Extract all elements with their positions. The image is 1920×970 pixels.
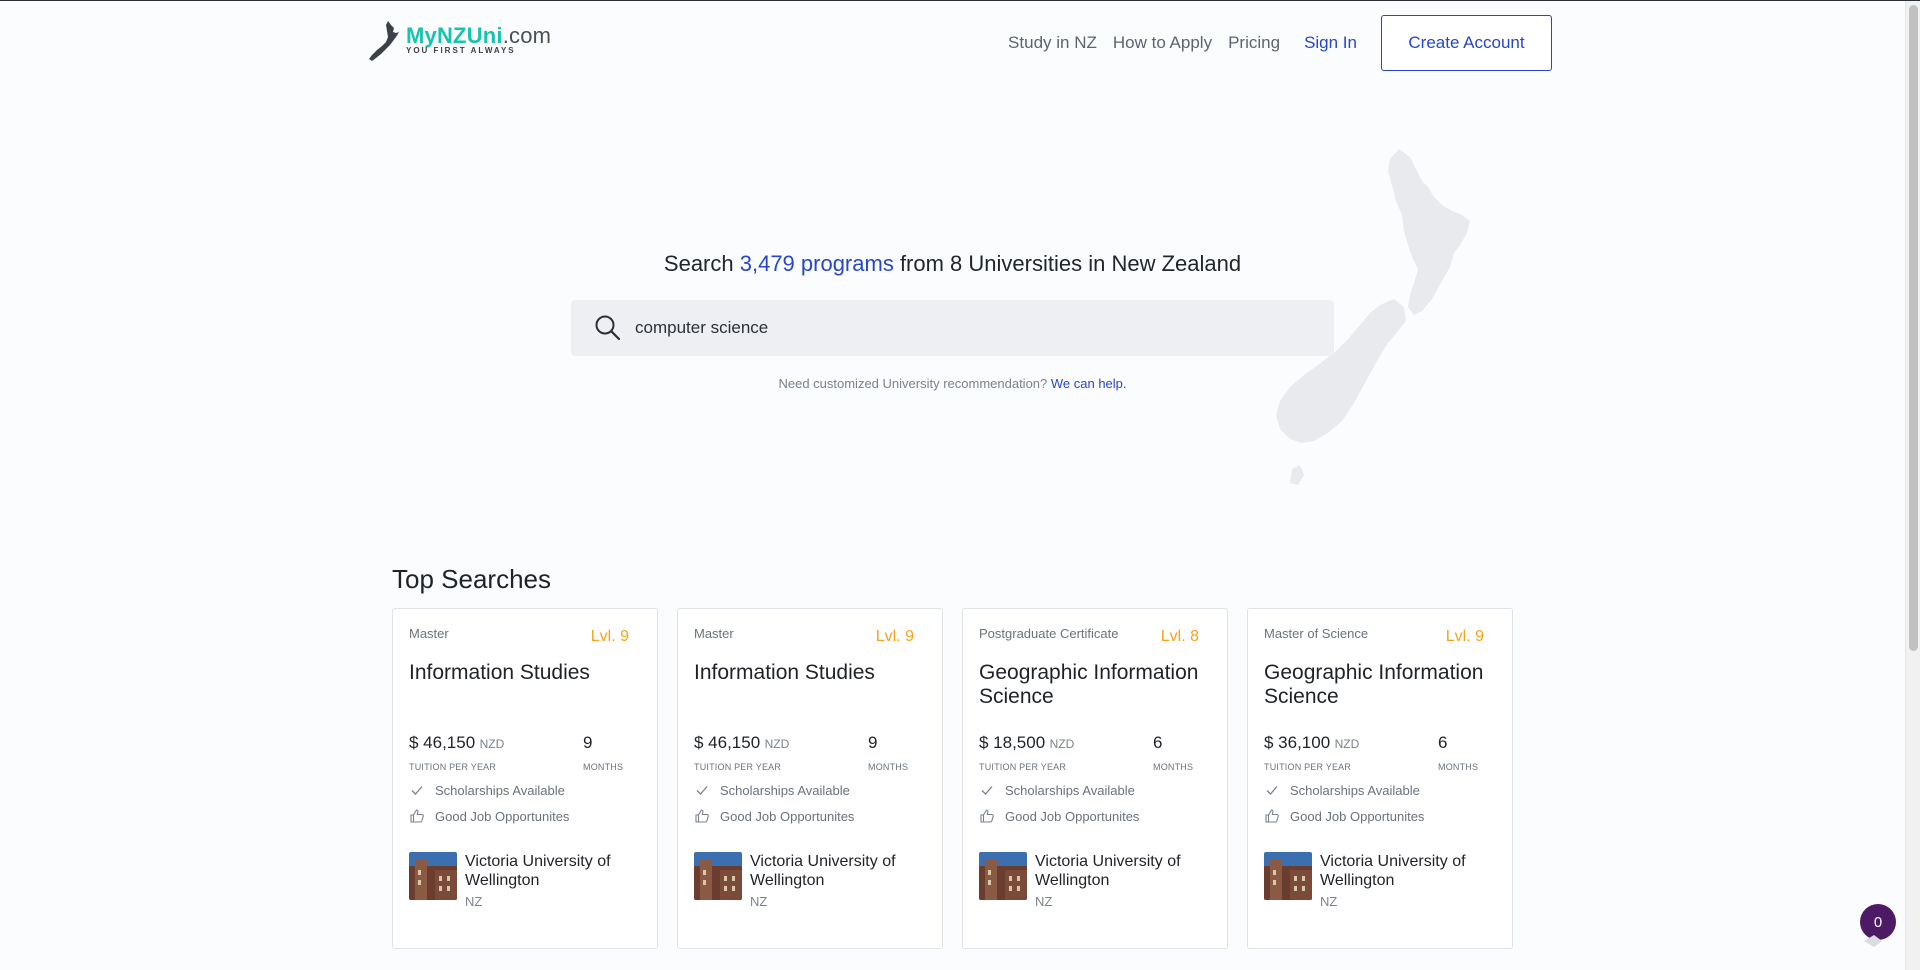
logo-brand: MyNZUni: [406, 23, 503, 48]
university-block[interactable]: Victoria University of Wellington NZ: [694, 852, 926, 909]
search-input[interactable]: [635, 318, 1315, 338]
feature-label: Good Job Opportunites: [435, 808, 570, 824]
feature-label: Good Job Opportunites: [720, 808, 855, 824]
search-icon[interactable]: [593, 313, 623, 343]
help-link[interactable]: We can help.: [1051, 376, 1127, 391]
program-title[interactable]: Information Studies: [409, 661, 641, 723]
site-logo[interactable]: MyNZUni.com YOU FIRST ALWAYS: [366, 19, 551, 63]
duration-label: MONTHS: [1153, 762, 1194, 772]
logo-domain: .com: [502, 23, 552, 48]
feature-label: Good Job Opportunites: [1290, 808, 1425, 824]
duration-label: MONTHS: [1438, 762, 1479, 772]
university-country: NZ: [1320, 894, 1338, 909]
main-nav: Study in NZ How to Apply Pricing Sign In…: [992, 15, 1552, 71]
tuition-currency: NZD: [764, 737, 790, 751]
check-icon: [1266, 786, 1278, 795]
program-card[interactable]: Master Lvl. 9 Information Studies $ 46,1…: [677, 608, 943, 949]
duration-value: 6: [1438, 733, 1448, 752]
feature-label: Scholarships Available: [435, 782, 565, 798]
hero-title: Search 3,479 programs from 8 Universitie…: [0, 251, 1905, 277]
program-card[interactable]: Postgraduate Certificate Lvl. 8 Geograph…: [962, 608, 1228, 949]
tuition-label: TUITION PER YEAR: [694, 762, 782, 772]
university-photo: [1264, 852, 1312, 900]
thumbs-up-icon: [410, 809, 424, 823]
site-header: MyNZUni.com YOU FIRST ALWAYS Study in NZ…: [0, 1, 1920, 85]
tuition-label: TUITION PER YEAR: [409, 762, 497, 772]
tuition-value: $ 36,100: [1264, 733, 1331, 752]
thumbs-up-icon: [695, 809, 709, 823]
university-name[interactable]: Victoria University of Wellington: [1320, 852, 1496, 890]
university-block[interactable]: Victoria University of Wellington NZ: [1264, 852, 1496, 909]
feature-label: Scholarships Available: [1005, 782, 1135, 798]
feature-label: Good Job Opportunites: [1005, 808, 1140, 824]
university-photo: [694, 852, 742, 900]
duration-label: MONTHS: [583, 762, 624, 772]
tuition-currency: NZD: [1049, 737, 1075, 751]
university-photo: [979, 852, 1027, 900]
program-card[interactable]: Master Lvl. 9 Information Studies $ 46,1…: [392, 608, 658, 949]
university-block[interactable]: Victoria University of Wellington NZ: [409, 852, 641, 909]
program-card[interactable]: Master of Science Lvl. 9 Geographic Info…: [1247, 608, 1513, 949]
tuition-label: TUITION PER YEAR: [979, 762, 1067, 772]
hero-title-prefix: Search: [663, 251, 740, 276]
check-icon: [696, 786, 708, 795]
university-block[interactable]: Victoria University of Wellington NZ: [979, 852, 1211, 909]
program-title[interactable]: Information Studies: [694, 661, 926, 723]
thumbs-up-icon: [980, 809, 994, 823]
hero-title-suffix: from 8 Universities in New Zealand: [893, 251, 1242, 276]
tuition-currency: NZD: [1334, 737, 1360, 751]
tuition-label: TUITION PER YEAR: [1264, 762, 1352, 772]
nav-pricing[interactable]: Pricing: [1228, 16, 1280, 70]
feature-label: Scholarships Available: [1290, 782, 1420, 798]
program-title[interactable]: Geographic Information Science: [979, 661, 1211, 723]
program-level: Lvl. 9: [875, 628, 914, 645]
feature-jobs: Good Job Opportunites: [409, 808, 641, 824]
program-title[interactable]: Geographic Information Science: [1264, 661, 1496, 723]
tuition-value: $ 46,150: [694, 733, 761, 752]
university-country: NZ: [465, 894, 483, 909]
feature-label: Scholarships Available: [720, 782, 850, 798]
feature-scholarships: Scholarships Available: [409, 782, 641, 798]
top-searches-title: Top Searches: [392, 564, 551, 594]
university-name[interactable]: Victoria University of Wellington: [465, 852, 641, 890]
search-bar[interactable]: [571, 300, 1334, 356]
help-text: Need customized University recommendatio…: [778, 376, 1051, 391]
page-scrollbar[interactable]: [1905, 1, 1920, 970]
program-level: Lvl. 9: [590, 628, 629, 645]
tuition-currency: NZD: [479, 737, 505, 751]
nav-how-to-apply[interactable]: How to Apply: [1113, 16, 1212, 70]
check-icon: [981, 786, 993, 795]
feature-scholarships: Scholarships Available: [1264, 782, 1496, 798]
duration-label: MONTHS: [868, 762, 909, 772]
university-name[interactable]: Victoria University of Wellington: [750, 852, 926, 890]
check-icon: [411, 786, 423, 795]
thumbs-up-icon: [1265, 809, 1279, 823]
duration-value: 6: [1153, 733, 1163, 752]
create-account-button[interactable]: Create Account: [1381, 15, 1552, 71]
duration-value: 9: [583, 733, 593, 752]
feature-jobs: Good Job Opportunites: [694, 808, 926, 824]
university-country: NZ: [1035, 894, 1053, 909]
feature-jobs: Good Job Opportunites: [1264, 808, 1496, 824]
university-name[interactable]: Victoria University of Wellington: [1035, 852, 1211, 890]
top-searches-cards: Master Lvl. 9 Information Studies $ 46,1…: [392, 608, 1532, 949]
feature-jobs: Good Job Opportunites: [979, 808, 1211, 824]
chat-icon[interactable]: [1862, 933, 1884, 949]
tuition-value: $ 18,500: [979, 733, 1046, 752]
program-level: Lvl. 8: [1160, 628, 1199, 645]
university-country: NZ: [750, 894, 768, 909]
feature-scholarships: Scholarships Available: [979, 782, 1211, 798]
duration-value: 9: [868, 733, 878, 752]
help-line: Need customized University recommendatio…: [0, 376, 1905, 391]
feature-scholarships: Scholarships Available: [694, 782, 926, 798]
nz-map-logo-icon: [369, 21, 399, 61]
nav-study-in-nz[interactable]: Study in NZ: [1008, 16, 1097, 70]
scrollbar-thumb[interactable]: [1909, 5, 1918, 651]
sign-in-link[interactable]: Sign In: [1304, 16, 1357, 70]
university-photo: [409, 852, 457, 900]
program-level: Lvl. 9: [1445, 628, 1484, 645]
tuition-value: $ 46,150: [409, 733, 476, 752]
program-count: 3,479 programs: [739, 251, 894, 276]
